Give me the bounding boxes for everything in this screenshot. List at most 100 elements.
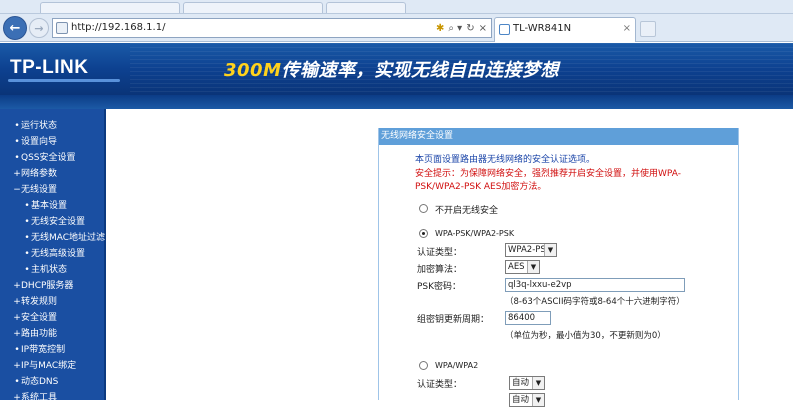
menu-bullet-icon: +	[13, 393, 21, 403]
sidebar-item-label: 动态DNS	[21, 377, 59, 387]
sidebar-item-label: IP与MAC绑定	[21, 361, 77, 371]
psk-enc-value: AES	[508, 262, 525, 272]
radio-wpa-psk[interactable]	[419, 229, 428, 238]
menu-bullet-icon: +	[13, 297, 21, 307]
sidebar-item[interactable]: •主机状态	[0, 262, 104, 278]
stop-icon[interactable]: ×	[479, 20, 487, 38]
menu-bullet-icon: +	[13, 169, 21, 179]
sidebar-item-label: 无线设置	[21, 185, 58, 195]
back-button[interactable]: ←	[3, 16, 27, 40]
sidebar-item-label: 基本设置	[31, 201, 68, 211]
sidebar-item[interactable]: +网络参数	[0, 166, 104, 182]
menu-bullet-icon: •	[14, 153, 20, 163]
menu-bullet-icon: •	[14, 377, 20, 387]
forward-arrow-icon: →	[34, 21, 44, 35]
chevron-down-icon: ▼	[544, 244, 556, 256]
option-wpa-psk-label: WPA-PSK/WPA2-PSK	[435, 229, 515, 238]
sidebar-item[interactable]: +系统工具	[0, 390, 104, 406]
tab-favicon-icon	[499, 24, 510, 35]
address-bar[interactable]: http://192.168.1.1/ ✱ ⌕ ▾ ↻ ×	[52, 18, 492, 38]
close-icon[interactable]: ×	[623, 18, 631, 40]
sidebar-item-label: 系统工具	[21, 393, 58, 403]
slogan-speed: 300M	[224, 60, 282, 81]
main-content: 无线网络安全设置 本页面设置路由器无线网络的安全认证选项。 安全提示：为保障网络…	[108, 109, 793, 407]
sidebar-item[interactable]: +安全设置	[0, 310, 104, 326]
sidebar-item-label: 网络参数	[21, 169, 58, 179]
sidebar-item[interactable]: +转发规则	[0, 294, 104, 310]
radio-wpa[interactable]	[419, 361, 428, 370]
refresh-icon[interactable]: ↻	[466, 20, 474, 38]
sidebar-item-label: IP带宽控制	[21, 345, 66, 355]
psk-password-hint: （8-63个ASCII码字符或8-64个十六进制字符）	[505, 297, 685, 307]
sidebar-item[interactable]: +路由功能	[0, 326, 104, 342]
sidebar-item[interactable]: −无线设置	[0, 182, 104, 198]
tab-tl-wr841n[interactable]: TL-WR841N ×	[494, 17, 636, 42]
menu-bullet-icon: •	[14, 121, 20, 131]
menu-bullet-icon: +	[13, 313, 21, 323]
sidebar-item-label: 无线高级设置	[31, 249, 86, 259]
sidebar-item[interactable]: •设置向导	[0, 134, 104, 150]
sidebar-item-label: 无线MAC地址过滤	[31, 233, 106, 243]
compatibility-view-icon[interactable]: ✱	[436, 20, 444, 38]
radio-no-security[interactable]	[419, 204, 428, 213]
sidebar-item[interactable]: •QSS安全设置	[0, 150, 104, 166]
wpa-auth-select[interactable]: 自动 ▼	[509, 376, 545, 390]
search-icon[interactable]: ⌕ ▾	[448, 20, 462, 38]
group-key-renew-label: 组密钥更新周期：	[417, 315, 490, 325]
chevron-down-icon: ▼	[527, 261, 539, 273]
sidebar-item[interactable]: +DHCP服务器	[0, 278, 104, 294]
browser-tab-strip	[0, 0, 793, 14]
panel-title: 无线网络安全设置	[379, 128, 738, 145]
menu-list: •运行状态 •设置向导 •QSS安全设置 +网络参数 −无线设置 •基本设置 •无线安全设置…	[0, 109, 106, 406]
menu-bullet-icon: −	[13, 185, 21, 195]
sidebar-item[interactable]: +IP与MAC绑定	[0, 358, 104, 374]
wpa-enc-select[interactable]: 自动 ▼	[509, 393, 545, 407]
psk-auth-select[interactable]: WPA2-PSK ▼	[505, 243, 557, 257]
sidebar-item-label: 主机状态	[31, 265, 68, 275]
slogan-text: 传输速率，实现无线自由连接梦想	[281, 60, 559, 81]
sidebar-item[interactable]: •无线MAC地址过滤	[0, 230, 106, 246]
group-key-renew-input[interactable]: 86400	[505, 311, 551, 325]
psk-password-input[interactable]: ql3q-lxxu-e2vp	[505, 278, 685, 292]
psk-auth-label: 认证类型：	[417, 248, 463, 258]
group-key-renew-value: 86400	[508, 313, 536, 323]
forward-button[interactable]: →	[29, 18, 49, 38]
sidebar-item-label: DHCP服务器	[21, 281, 74, 291]
background-tab[interactable]	[326, 2, 406, 13]
navigation-bar: ← → http://192.168.1.1/ ✱ ⌕ ▾ ↻ × TL-WR8…	[0, 14, 793, 42]
menu-bullet-icon: •	[14, 137, 20, 147]
wireless-security-panel: 无线网络安全设置 本页面设置路由器无线网络的安全认证选项。 安全提示：为保障网络…	[378, 128, 739, 407]
group-key-renew-hint: （单位为秒，最小值为30，不更新则为0）	[505, 331, 666, 341]
header-banner: TP-LINK 300M传输速率，实现无线自由连接梦想	[0, 43, 793, 95]
wpa-enc-value: 自动	[512, 395, 530, 405]
sidebar-item[interactable]: •IP带宽控制	[0, 342, 104, 358]
chevron-down-icon: ▼	[532, 394, 544, 406]
chevron-down-icon: ▼	[532, 377, 544, 389]
back-arrow-icon: ←	[9, 20, 21, 36]
psk-password-value: ql3q-lxxu-e2vp	[508, 280, 572, 290]
sidebar-item-label: 运行状态	[21, 121, 58, 131]
menu-bullet-icon: •	[24, 233, 30, 243]
sidebar-item-label: 转发规则	[21, 297, 58, 307]
menu-bullet-icon: +	[13, 361, 21, 371]
new-tab-button[interactable]	[640, 21, 656, 37]
logo-swoosh	[8, 79, 120, 82]
tab-title: TL-WR841N	[513, 23, 572, 34]
sidebar-item-label: QSS安全设置	[21, 153, 76, 163]
psk-enc-select[interactable]: AES ▼	[505, 260, 540, 274]
menu-bullet-icon: •	[24, 201, 30, 211]
option-wpa-label: WPA/WPA2	[435, 361, 479, 370]
background-tab[interactable]	[183, 2, 323, 13]
address-text: http://192.168.1.1/	[71, 22, 166, 33]
sidebar-item-label: 路由功能	[21, 329, 58, 339]
sidebar-item-label: 设置向导	[21, 137, 58, 147]
security-warning-line2: PSK/WPA2-PSK AES加密方法。	[415, 182, 547, 192]
psk-enc-label: 加密算法：	[417, 265, 463, 275]
sidebar-item[interactable]: •基本设置	[0, 198, 104, 214]
sidebar-item[interactable]: •无线高级设置	[0, 246, 104, 262]
sidebar-item[interactable]: •无线安全设置	[0, 214, 104, 230]
background-tab[interactable]	[40, 2, 180, 13]
sidebar-item[interactable]: •运行状态	[0, 118, 104, 134]
menu-bullet-icon: •	[24, 265, 30, 275]
sidebar-item[interactable]: •动态DNS	[0, 374, 104, 390]
